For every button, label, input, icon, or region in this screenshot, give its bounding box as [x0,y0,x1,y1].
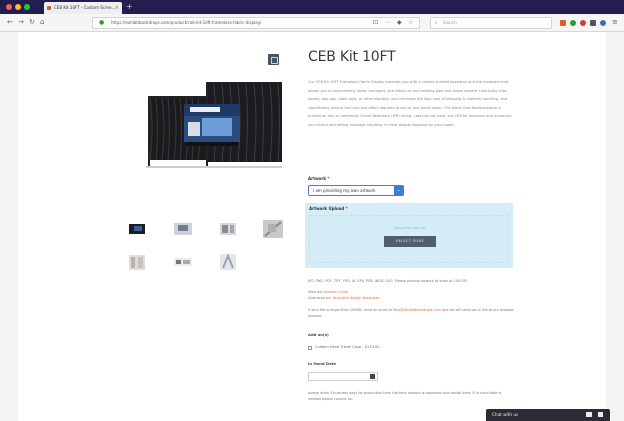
upload-label: Artwork Upload * [309,206,348,211]
secure-lock-icon: ● [99,19,105,26]
templates-line: Download our Illustrator design template… [308,295,380,301]
artwork-select[interactable]: I am providing my own artwork ⌄ [308,185,404,196]
large-file-note: If your file is larger than 100MB, send … [308,307,514,319]
formats-note: JPG, PNG, PDF, TIFF, PSD, AI, EPS, PSB, … [308,278,514,284]
in-hand-date-input[interactable] [308,372,378,381]
addons-label: Add on(s) [308,332,329,337]
download-label: Download our [308,296,332,300]
maximize-window-button[interactable] [24,4,30,10]
product-thumbnail[interactable] [217,219,239,239]
calendar-icon[interactable] [370,374,375,379]
product-title: CEB Kit 10FT [308,49,396,65]
chat-label: Chat with us [492,412,519,417]
artwork-label-text: Artwork [308,176,327,181]
extension-icon[interactable] [570,20,576,26]
search-placeholder: Search [443,20,457,25]
browser-tab[interactable]: CEB Kit 10FT - Custom Scree... × [44,2,122,14]
url-text: https://exhibitbackdrops.com/product/ceb… [111,20,262,25]
upload-label-text: Artwork Upload [309,206,345,211]
product-thumbnail[interactable] [172,219,194,239]
drop-area[interactable]: Drop files here or SELECT FILES [309,215,509,263]
addon-checkbox[interactable] [308,346,312,350]
templates-link[interactable]: Illustrator design templates [333,296,380,300]
close-window-button[interactable] [6,4,12,10]
expand-chat-icon[interactable] [598,412,603,417]
page-actions-icon[interactable]: ⊡ [373,18,378,28]
artwork-label: Artwork * [308,176,330,181]
chat-widget[interactable]: Chat with us [486,409,610,421]
minimize-window-button[interactable] [15,4,21,10]
email-link[interactable]: files@exhibitbackdrops.com [393,308,441,312]
product-thumbnail[interactable] [126,219,148,239]
product-thumbnail[interactable] [217,252,239,272]
navigation-bar: ← → ↻ ⌂ ● https://exhibitbackdrops.com/p… [0,14,624,32]
back-arrow-icon[interactable]: ← [7,18,13,27]
large-file-note-text: If your file is larger than 100MB, send … [308,308,393,312]
extension-icon[interactable] [600,20,606,26]
extension-icon[interactable] [590,20,596,26]
tab-bar: CEB Kit 10FT - Custom Scree... × + [0,0,624,14]
chevron-down-icon: ⌄ [394,186,403,195]
required-mark: * [327,176,330,181]
more-actions-icon[interactable]: ⋯ [385,18,391,28]
product-thumbnail[interactable] [262,219,284,239]
site-favicon-icon [47,6,51,10]
drop-text: Drop files here or [394,226,426,230]
formats-note-text: JPG, PNG, PDF, TIFF, PSD, AI, EPS, PSB, … [308,279,468,283]
bookmark-star-icon[interactable]: ☆ [408,18,413,28]
zoom-icon[interactable] [268,54,279,65]
product-main-image[interactable] [144,78,284,174]
in-hand-note-text: please allow 3 business days for product… [308,391,502,401]
select-files-button[interactable]: SELECT FILES [384,236,436,247]
right-margin [606,32,624,421]
artwork-select-value: I am providing my own artwork [313,188,376,193]
pocket-icon[interactable]: ◆ [397,18,402,28]
address-bar[interactable]: ● https://exhibitbackdrops.com/product/c… [92,17,420,29]
chat-bubble-icon[interactable] [586,412,592,417]
home-icon[interactable]: ⌂ [40,18,44,27]
view-label: View our [308,290,323,294]
new-tab-button[interactable]: + [126,2,133,12]
search-icon: ⌕ [435,20,438,26]
artwork-upload-zone[interactable]: Artwork Upload * Drop files here or SELE… [305,203,513,268]
product-thumbnail[interactable] [126,252,148,272]
artwork-guide-link[interactable]: Artwork Guide [324,290,348,294]
extension-icon[interactable] [580,20,586,26]
product-thumbnail[interactable] [172,252,194,272]
close-tab-icon[interactable]: × [115,2,119,14]
extension-icon[interactable] [560,20,566,26]
search-field[interactable]: ⌕ Search [430,17,552,29]
product-description: Our CEB Kit 10FT Frameless Fabric Displa… [308,80,512,127]
in-hand-date-label: In Hand Date [308,361,337,366]
in-hand-note: please allow 3 business days for product… [308,390,514,402]
menu-icon[interactable]: ≡ [612,18,618,27]
required-mark: * [345,206,348,211]
left-margin [0,32,18,421]
tab-title: CEB Kit 10FT - Custom Scree... [54,5,116,10]
forward-arrow-icon[interactable]: → [18,18,24,27]
addon-option-label[interactable]: Custom Hand Travel Case - $173.00 [315,345,380,349]
reload-icon[interactable]: ↻ [29,18,35,27]
